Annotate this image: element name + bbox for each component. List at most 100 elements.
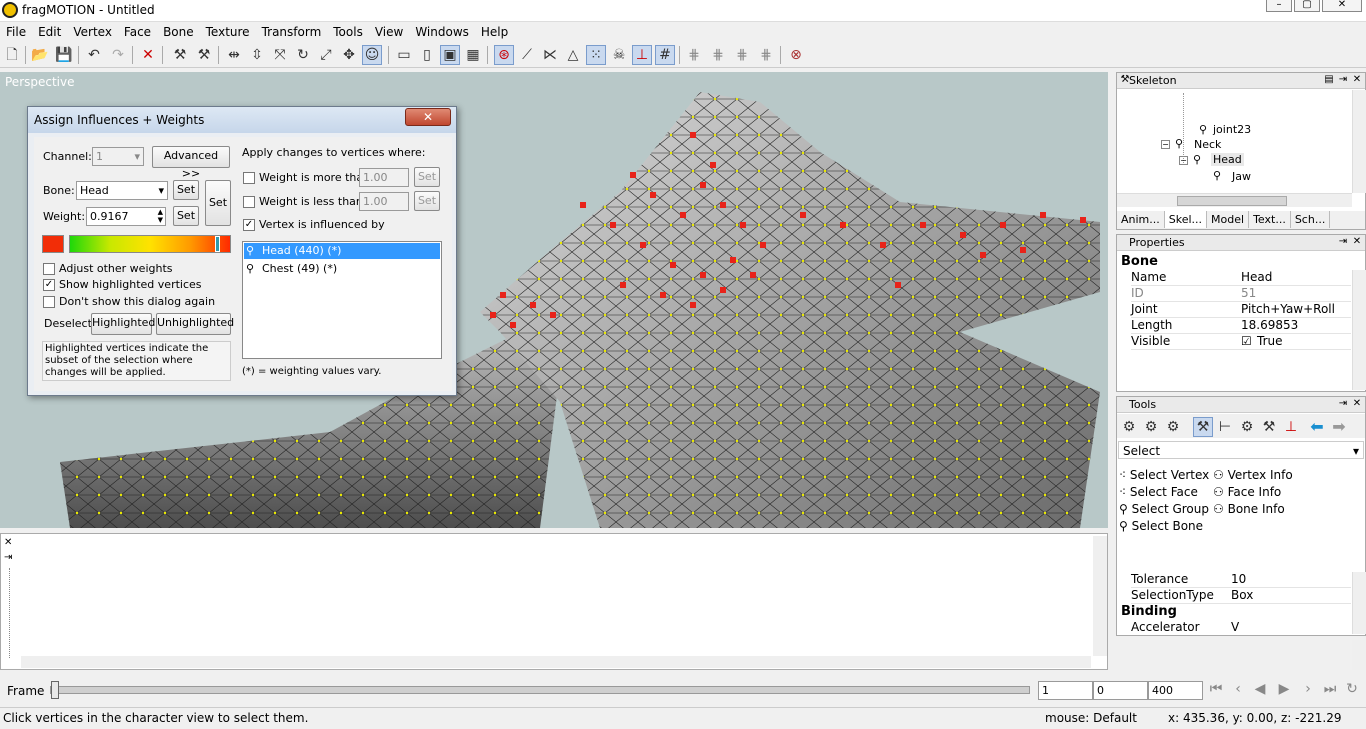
scale-icon[interactable]: ⤢ bbox=[316, 45, 336, 65]
show-grid-icon[interactable]: # bbox=[655, 45, 675, 65]
tab-anim[interactable]: Anim... bbox=[1117, 211, 1165, 228]
tab-model[interactable]: Model bbox=[1207, 211, 1250, 228]
rotate-icon[interactable]: ↻ bbox=[293, 45, 313, 65]
prop-row[interactable]: ID 51 bbox=[1131, 286, 1351, 302]
influenced-checkbox[interactable]: ✓ bbox=[243, 219, 255, 231]
show-highlighted-checkbox[interactable]: ✓ bbox=[43, 279, 55, 291]
adjust-weights-checkbox[interactable] bbox=[43, 263, 55, 275]
menu-edit[interactable]: Edit bbox=[32, 22, 67, 42]
move-z-icon[interactable]: ⤧ bbox=[270, 45, 290, 65]
frame-start-field[interactable]: 1 bbox=[1038, 681, 1093, 700]
prop-row[interactable]: Joint Pitch+Yaw+Roll bbox=[1131, 302, 1351, 318]
skeleton-vscroll[interactable] bbox=[1352, 90, 1366, 193]
collapse-icon[interactable]: − bbox=[1179, 156, 1188, 165]
list-item[interactable]: Head (440) (*) bbox=[244, 243, 440, 259]
list-item[interactable]: Chest (49) (*) bbox=[244, 261, 440, 277]
tool-mode-select[interactable]: Select ▾ bbox=[1118, 441, 1364, 459]
menu-texture[interactable]: Texture bbox=[200, 22, 256, 42]
weight-set-button[interactable]: Set bbox=[173, 206, 199, 226]
panel-menu-icon[interactable]: ▤ bbox=[1323, 74, 1335, 87]
show-wire-icon[interactable]: ⋉ bbox=[540, 45, 560, 65]
tool-hammer-icon[interactable]: ⚒ bbox=[1259, 417, 1279, 437]
record-icon[interactable]: ⊗ bbox=[786, 45, 806, 65]
bone-set-button[interactable]: Set bbox=[173, 180, 199, 200]
tree-node-jaw[interactable]: Jaw bbox=[1232, 170, 1251, 183]
menu-tools[interactable]: Tools bbox=[327, 22, 369, 42]
back-arrow-icon[interactable]: ⬅ bbox=[1307, 417, 1327, 437]
prop-row[interactable]: Length 18.69853 bbox=[1131, 318, 1351, 334]
tool-bone-icon[interactable]: ⚒ bbox=[1193, 417, 1213, 437]
tree-node-head[interactable]: Head bbox=[1211, 153, 1244, 166]
next-key-icon[interactable]: › bbox=[1298, 679, 1318, 699]
menu-transform[interactable]: Transform bbox=[256, 22, 328, 42]
menu-help[interactable]: Help bbox=[475, 22, 514, 42]
advanced-button[interactable]: Advanced >> bbox=[152, 146, 230, 180]
weight-less-checkbox[interactable] bbox=[243, 196, 255, 208]
show-axes-icon[interactable]: ⊥ bbox=[632, 45, 652, 65]
select-face-item[interactable]: ⁖ Select Face bbox=[1119, 484, 1209, 501]
output-hscroll[interactable] bbox=[21, 656, 1091, 668]
select-pose-icon[interactable]: ☺ bbox=[362, 45, 382, 65]
visible-checkbox[interactable]: ☑ bbox=[1241, 334, 1252, 348]
close-window-button[interactable]: ✕ bbox=[1322, 0, 1362, 12]
play-icon[interactable]: ▶ bbox=[1274, 679, 1294, 699]
menu-face[interactable]: Face bbox=[118, 22, 157, 42]
face-info-item[interactable]: ⚇ Face Info bbox=[1213, 484, 1293, 501]
add-bone-icon[interactable]: ⚒ bbox=[170, 45, 190, 65]
select-vertex-item[interactable]: ⁖ Select Vertex bbox=[1119, 467, 1209, 484]
panel-pin-icon[interactable]: ⇥ bbox=[1337, 398, 1349, 411]
show-normals-icon[interactable]: ⟋ bbox=[517, 45, 537, 65]
open-folder-icon[interactable]: 📂 bbox=[30, 45, 50, 65]
bone-list[interactable]: Head (440) (*) ⚲ Chest (49) (*) ⚲ bbox=[242, 241, 442, 359]
tool-paint-icon[interactable]: ⚙ bbox=[1163, 417, 1183, 437]
delete-icon[interactable]: ✕ bbox=[138, 45, 158, 65]
output-pin-icon[interactable]: ⇥ bbox=[4, 552, 12, 563]
prop-row[interactable]: SelectionType Box bbox=[1131, 588, 1351, 604]
tool-face-icon[interactable]: ⚙ bbox=[1141, 417, 1161, 437]
tree-node-neck[interactable]: Neck bbox=[1194, 138, 1221, 151]
tab-texture[interactable]: Text... bbox=[1249, 211, 1291, 228]
weight-less-field[interactable]: 1.00 bbox=[359, 192, 409, 211]
snap-3-icon[interactable]: ⋕ bbox=[732, 45, 752, 65]
channel-select[interactable]: 1 ▾ bbox=[92, 147, 144, 166]
maximize-button[interactable]: ▢ bbox=[1294, 0, 1320, 12]
undo-icon[interactable]: ↶ bbox=[84, 45, 104, 65]
minimize-button[interactable]: – bbox=[1266, 0, 1292, 12]
output-vscroll[interactable] bbox=[1093, 536, 1107, 656]
prop-row[interactable]: Accelerator V bbox=[1131, 620, 1351, 634]
tool-select-icon[interactable]: ⚙ bbox=[1119, 417, 1139, 437]
tab-schema[interactable]: Sch... bbox=[1291, 211, 1331, 228]
frame-slider-thumb[interactable] bbox=[51, 681, 59, 699]
frame-slider[interactable] bbox=[50, 681, 1030, 699]
snap-2-icon[interactable]: ⋕ bbox=[708, 45, 728, 65]
set-both-button[interactable]: Set bbox=[205, 180, 231, 226]
collapse-icon[interactable]: − bbox=[1161, 140, 1170, 149]
panel-close-icon[interactable]: ✕ bbox=[1351, 398, 1363, 411]
move-y-icon[interactable]: ⇳ bbox=[247, 45, 267, 65]
weight-more-field[interactable]: 1.00 bbox=[359, 168, 409, 187]
view-textured-icon[interactable]: ▦ bbox=[463, 45, 483, 65]
prev-key-icon[interactable]: ‹ bbox=[1228, 679, 1248, 699]
view-shaded-icon[interactable]: ▣ bbox=[440, 45, 460, 65]
menu-view[interactable]: View bbox=[369, 22, 409, 42]
show-faces-icon[interactable]: △ bbox=[563, 45, 583, 65]
loop-icon[interactable]: ↻ bbox=[1342, 679, 1362, 699]
deselect-unhighlighted-button[interactable]: Unhighlighted bbox=[156, 313, 234, 335]
right-vscroll[interactable] bbox=[1352, 640, 1366, 670]
panel-close-icon[interactable]: ✕ bbox=[1351, 236, 1363, 249]
transform-all-icon[interactable]: ✥ bbox=[339, 45, 359, 65]
last-frame-icon[interactable]: ⏭ bbox=[1320, 679, 1340, 699]
tool-skin-icon[interactable]: ⊥ bbox=[1281, 417, 1301, 437]
new-file-icon[interactable]: 🗋 bbox=[2, 45, 22, 65]
prop-row[interactable]: Name Head bbox=[1131, 270, 1351, 286]
view-single-icon[interactable]: ▭ bbox=[394, 45, 414, 65]
output-close-icon[interactable]: ✕ bbox=[4, 537, 12, 548]
weight-more-set-button[interactable]: Set bbox=[414, 167, 440, 187]
panel-pin-icon[interactable]: ⇥ bbox=[1337, 74, 1349, 87]
dialog-close-button[interactable]: ✕ bbox=[405, 108, 451, 126]
show-bones-icon[interactable]: ⊛ bbox=[494, 45, 514, 65]
menu-windows[interactable]: Windows bbox=[409, 22, 475, 42]
bone-select[interactable]: Head ▾ bbox=[76, 181, 168, 200]
bone-info-item[interactable]: ⚇ Bone Info bbox=[1213, 501, 1293, 518]
weight-less-set-button[interactable]: Set bbox=[414, 191, 440, 211]
